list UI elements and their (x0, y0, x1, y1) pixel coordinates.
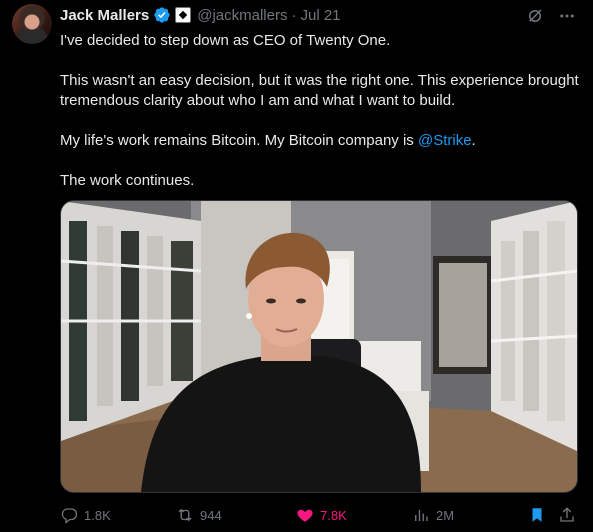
views-count: 2M (436, 507, 455, 523)
tweet-actions: 1.8K 944 7.8K 2M (60, 505, 580, 525)
tweet-paragraph-3-end: . (471, 132, 476, 149)
dot-separator: · (291, 6, 297, 24)
repost-icon (178, 508, 192, 522)
repost-button[interactable]: 944 (176, 505, 222, 525)
tweet-line-1: I've decided to step down as CEO of Twen… (60, 32, 391, 49)
tweet[interactable]: Jack Mallers @jackmallers · Jul 21 I've … (0, 0, 593, 532)
tweet-header: Jack Mallers @jackmallers · Jul 21 (60, 5, 341, 25)
tweet-paragraph-2: This wasn't an easy decision, but it was… (60, 72, 579, 109)
author-handle[interactable]: @jackmallers (197, 7, 287, 24)
video-frame (61, 201, 577, 492)
affiliate-badge-icon[interactable] (175, 7, 192, 23)
views-button[interactable]: 2M (412, 505, 454, 525)
top-right-actions (525, 6, 577, 26)
grok-icon[interactable] (525, 6, 545, 26)
verified-badge-icon (154, 7, 170, 23)
tweet-paragraph-4: The work continues. (60, 172, 195, 189)
tweet-text: I've decided to step down as CEO of Twen… (60, 31, 580, 211)
like-count: 7.8K (320, 507, 347, 523)
reply-icon (61, 508, 78, 524)
heart-icon (297, 509, 313, 522)
reply-count: 1.8K (84, 507, 111, 523)
mention-link-strike[interactable]: @Strike (418, 132, 472, 149)
tweet-paragraph-3: My life's work remains Bitcoin. My Bitco… (60, 131, 580, 151)
repost-count: 944 (200, 507, 222, 523)
tweet-paragraph-3-text: My life's work remains Bitcoin. My Bitco… (60, 132, 418, 149)
share-button[interactable] (558, 505, 576, 525)
bookmark-button[interactable] (528, 505, 546, 525)
share-icon (560, 507, 574, 522)
author-name[interactable]: Jack Mallers (60, 7, 149, 24)
video-media[interactable] (60, 200, 578, 493)
views-icon (415, 509, 428, 521)
avatar[interactable] (12, 4, 52, 44)
bookmark-icon (532, 508, 542, 522)
tweet-date[interactable]: Jul 21 (300, 7, 340, 24)
like-button[interactable]: 7.8K (296, 505, 347, 525)
more-options-icon[interactable] (557, 6, 577, 26)
reply-button[interactable]: 1.8K (60, 505, 111, 525)
